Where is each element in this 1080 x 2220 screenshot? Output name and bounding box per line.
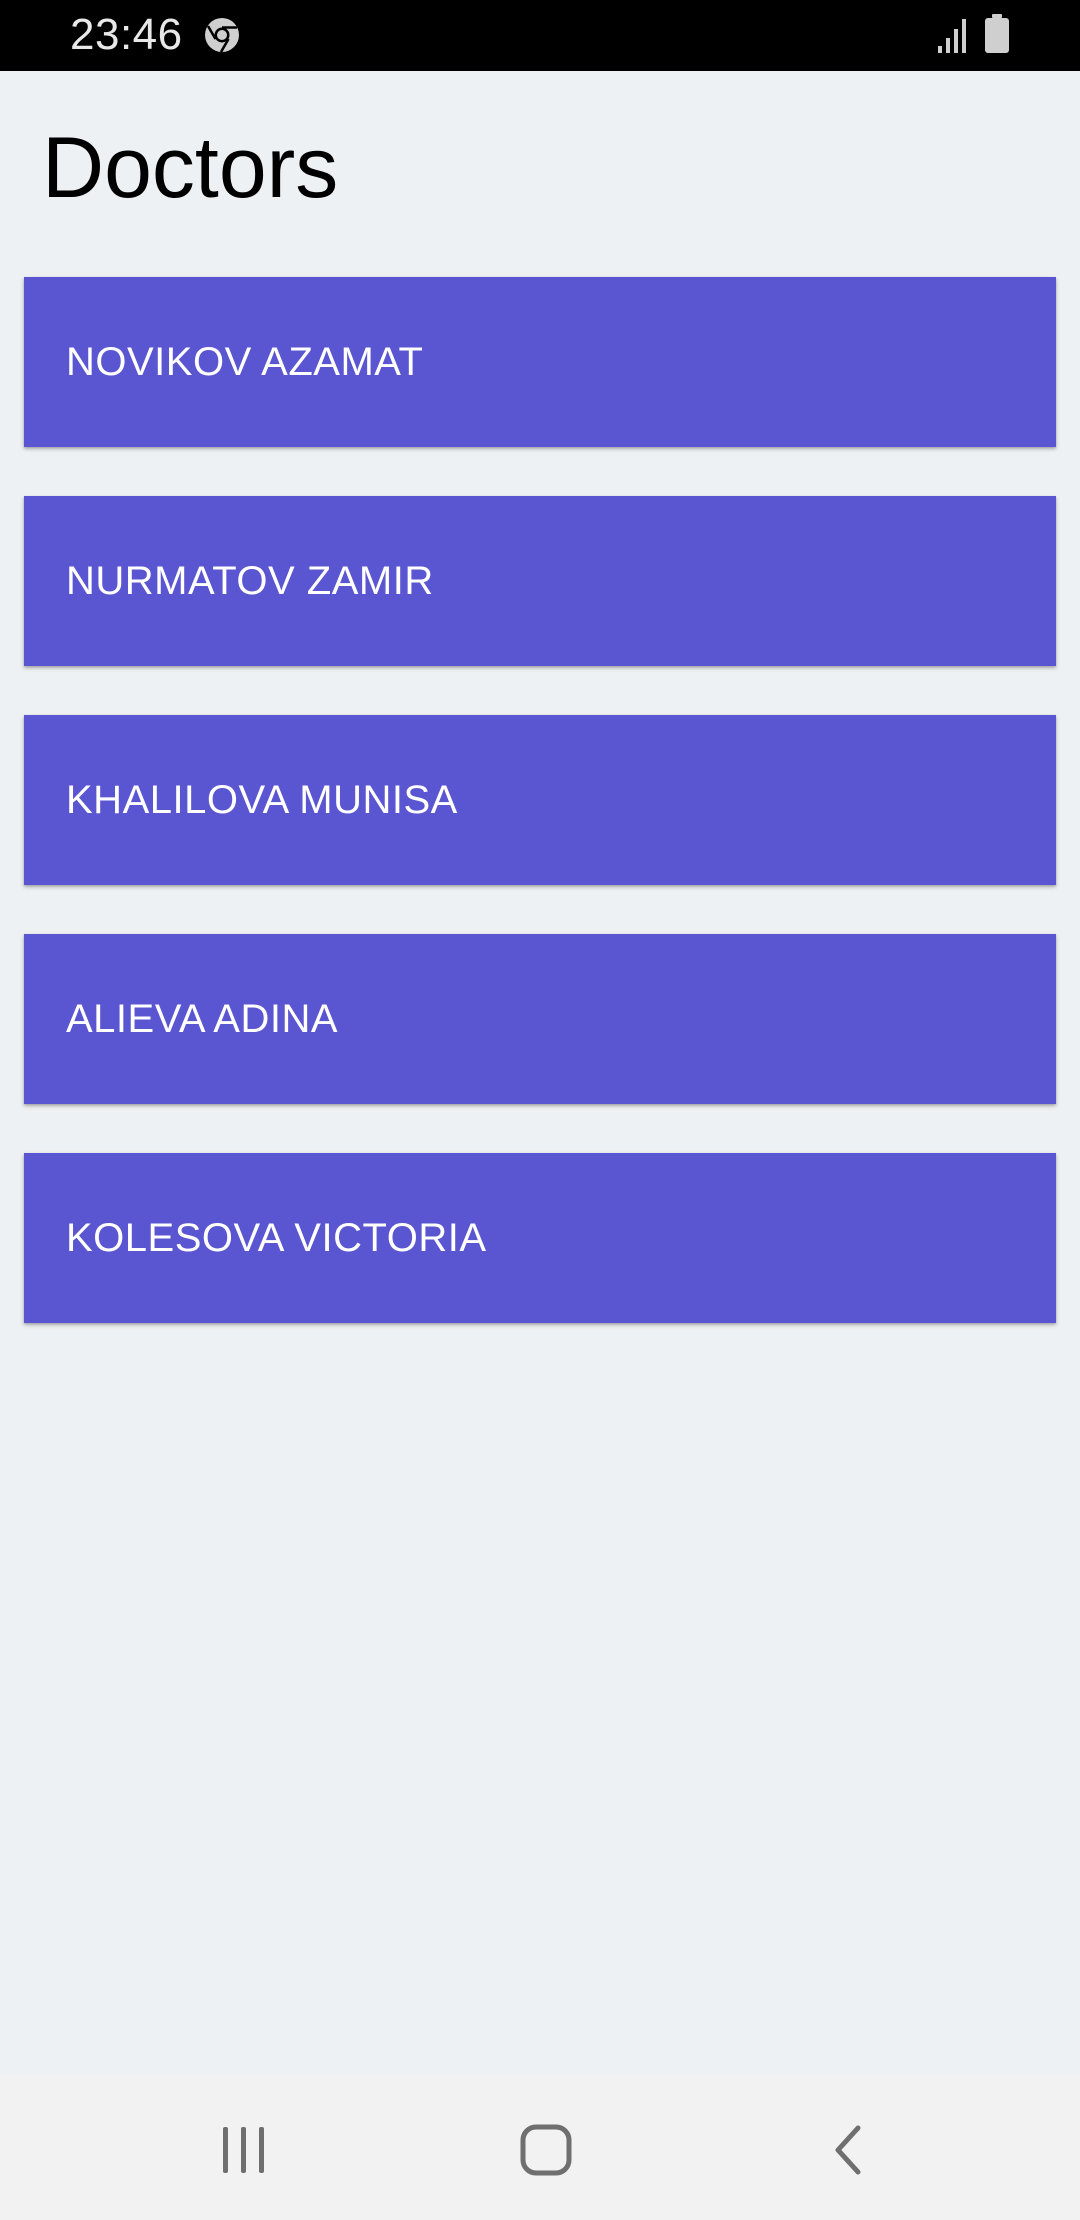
doctor-card[interactable]: KOLESOVA VICTORIA — [24, 1153, 1056, 1323]
recents-button[interactable] — [204, 2115, 284, 2185]
doctor-name: KOLESOVA VICTORIA — [66, 1215, 487, 1260]
page-title: Doctors — [42, 120, 339, 216]
signal-icon — [938, 19, 966, 53]
doctor-card[interactable]: NURMATOV ZAMIR — [24, 496, 1056, 666]
doctor-card[interactable]: KHALILOVA MUNISA — [24, 715, 1056, 885]
doctor-list: NOVIKOV AZAMAT NURMATOV ZAMIR KHALILOVA … — [24, 277, 1056, 1372]
back-icon — [835, 2125, 861, 2175]
doctor-name: ALIEVA ADINA — [66, 996, 339, 1041]
back-button[interactable] — [808, 2115, 888, 2185]
doctor-card[interactable]: ALIEVA ADINA — [24, 934, 1056, 1104]
doctor-name: KHALILOVA MUNISA — [66, 777, 458, 822]
doctor-name: NURMATOV ZAMIR — [66, 558, 434, 603]
doctor-card[interactable]: NOVIKOV AZAMAT — [24, 277, 1056, 447]
battery-icon — [985, 14, 1009, 53]
status-time: 23:46 — [70, 10, 183, 59]
recents-icon — [223, 2127, 264, 2173]
status-bar: 23:46 — [0, 0, 1080, 71]
doctor-name: NOVIKOV AZAMAT — [66, 339, 424, 384]
home-button[interactable] — [506, 2115, 586, 2185]
navigation-bar — [0, 2075, 1080, 2220]
chrome-icon — [205, 18, 239, 53]
home-icon — [520, 2124, 572, 2176]
